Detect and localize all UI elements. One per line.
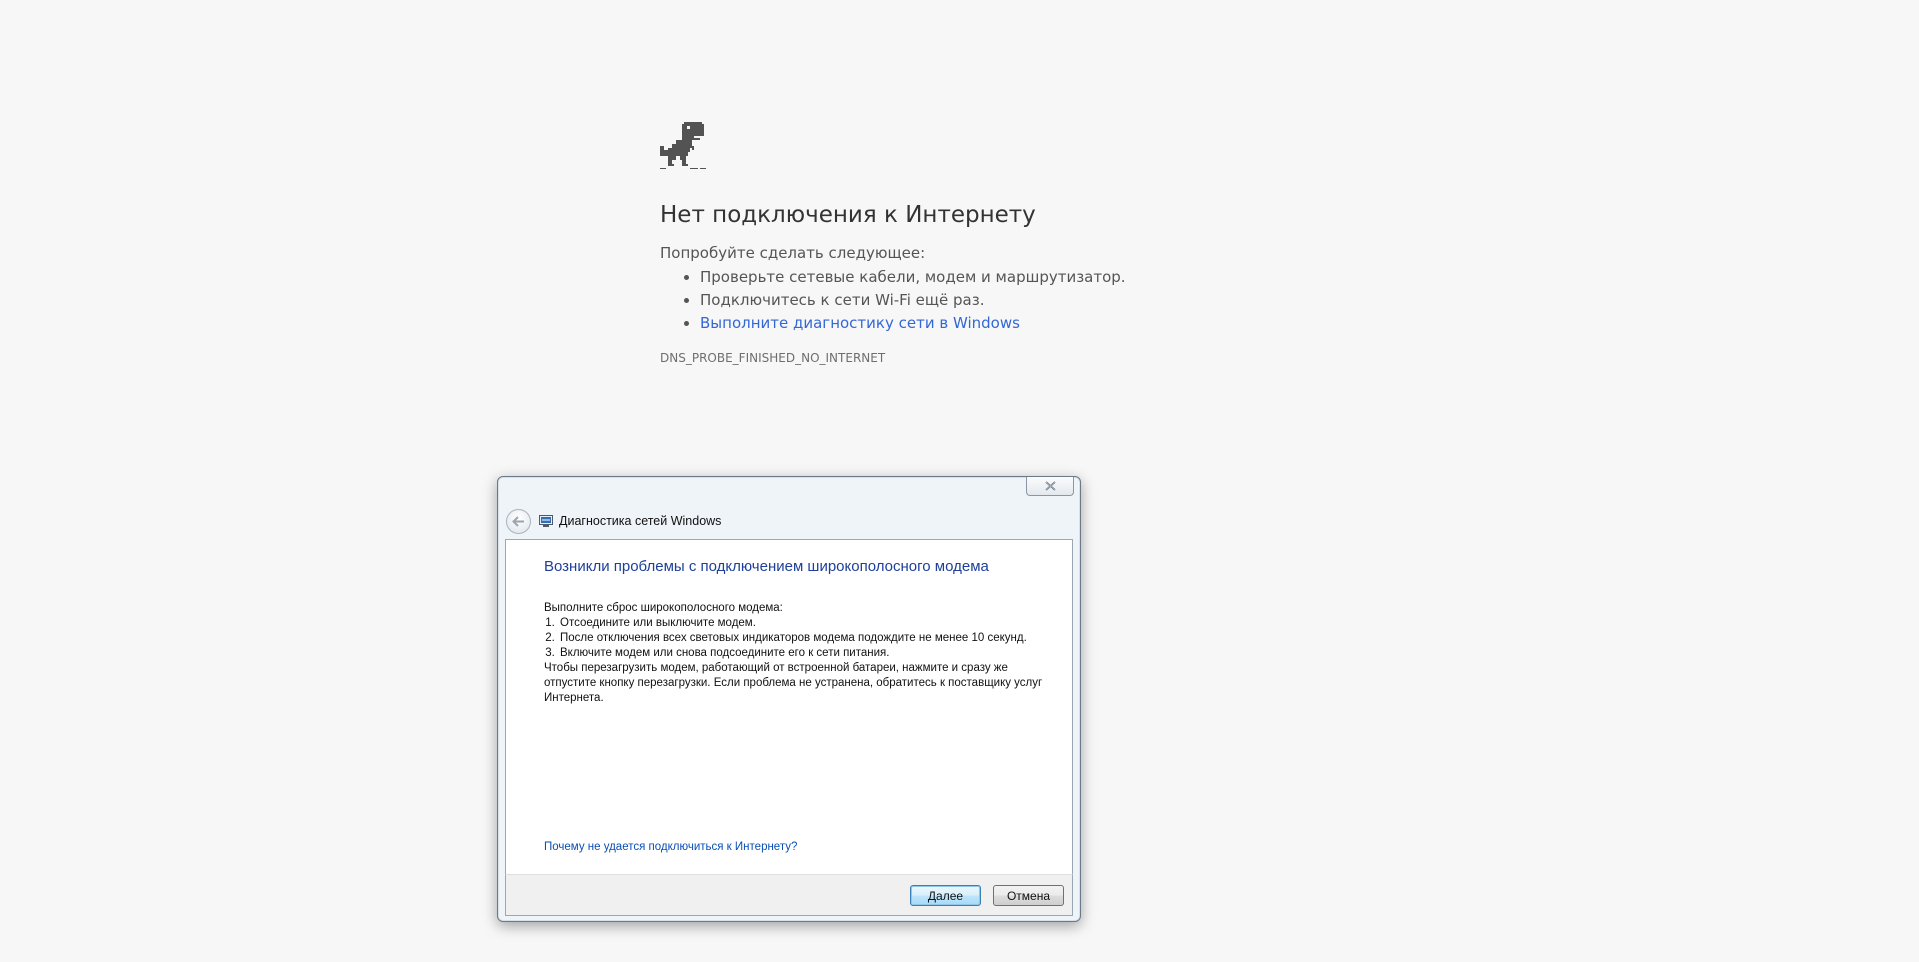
dino-icon[interactable] [660, 122, 706, 170]
dialog-title: Диагностика сетей Windows [559, 514, 722, 528]
help-link[interactable]: Почему не удается подключиться к Интерне… [544, 841, 797, 853]
instructions: Выполните сброс широкополосного модема: … [544, 601, 1044, 706]
back-arrow-icon [512, 515, 524, 527]
close-icon [1044, 481, 1056, 491]
cancel-button[interactable]: Отмена [993, 885, 1064, 906]
network-diagnostics-dialog: Диагностика сетей Windows Возникли пробл… [497, 476, 1081, 922]
instructions-note: Чтобы перезагрузить модем, работающий от… [544, 662, 1043, 704]
suggestion-item: Подключитесь к сети Wi-Fi ещё раз. [700, 289, 1220, 312]
page-title: Нет подключения к Интернету [660, 202, 1036, 228]
steps-list: Отсоедините или выключите модем. После о… [544, 616, 1044, 661]
run-diagnostics-link[interactable]: Выполните диагностику сети в Windows [700, 314, 1020, 332]
step-item: После отключения всех световых индикатор… [558, 631, 1044, 646]
dialog-footer: Далее Отмена [505, 874, 1073, 916]
close-button[interactable] [1026, 477, 1074, 496]
error-code: DNS_PROBE_FINISHED_NO_INTERNET [660, 351, 886, 365]
network-diagnostics-icon [539, 514, 553, 527]
suggestions-list: Проверьте сетевые кабели, модем и маршру… [660, 266, 1220, 335]
instructions-intro: Выполните сброс широкополосного модема: [544, 602, 783, 614]
dialog-heading: Возникли проблемы с подключением широкоп… [544, 558, 989, 575]
step-item: Отсоедините или выключите модем. [558, 616, 1044, 631]
back-button[interactable] [506, 508, 531, 534]
dialog-title-bar: Диагностика сетей Windows [506, 508, 721, 534]
suggestion-item: Выполните диагностику сети в Windows [700, 312, 1220, 335]
offline-error-page: Нет подключения к Интернету Попробуйте с… [660, 122, 1220, 365]
step-item: Включите модем или снова подсоедините ег… [558, 646, 1044, 661]
dialog-content: Возникли проблемы с подключением широкоп… [505, 539, 1073, 874]
suggestions-heading: Попробуйте сделать следующее: [660, 244, 926, 262]
next-button[interactable]: Далее [910, 885, 981, 906]
suggestion-item: Проверьте сетевые кабели, модем и маршру… [700, 266, 1220, 289]
